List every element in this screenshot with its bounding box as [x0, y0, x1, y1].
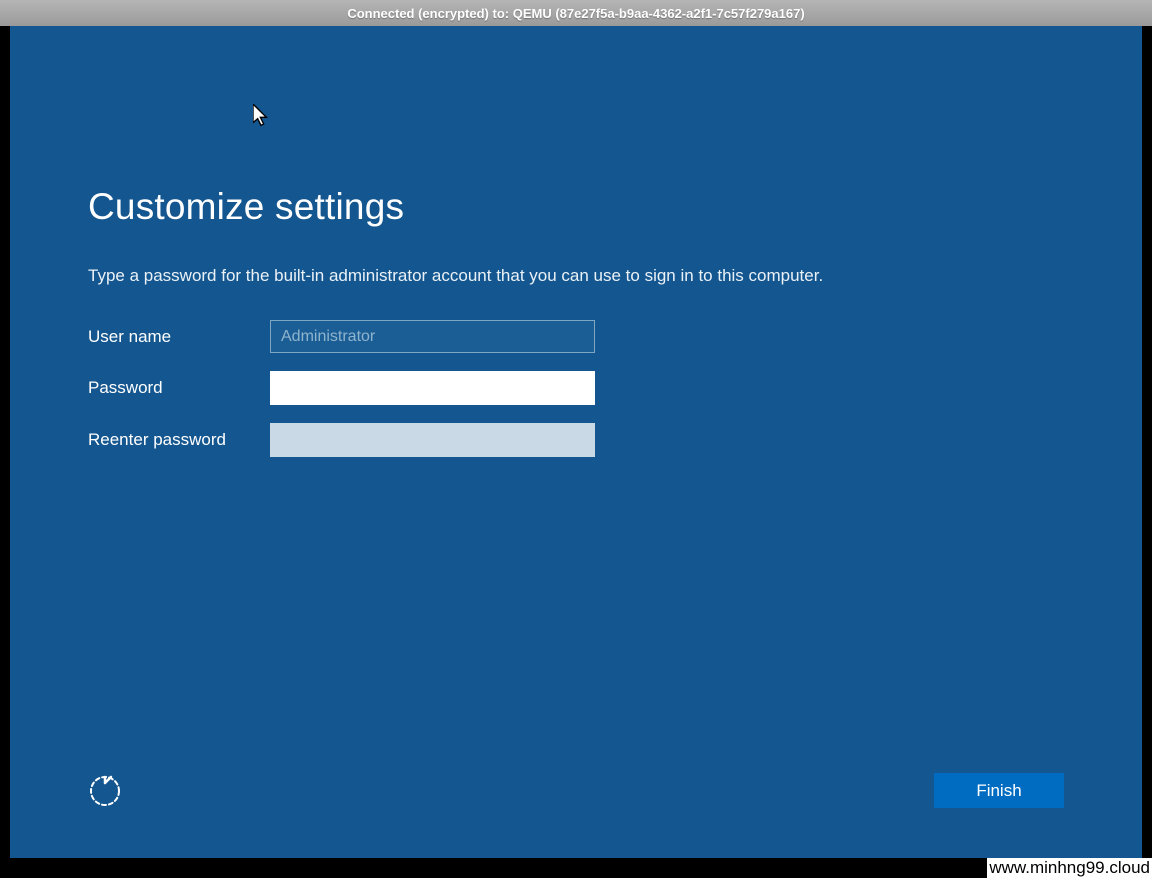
finish-button[interactable]: Finish: [934, 773, 1064, 808]
ease-of-access-icon: [88, 774, 122, 808]
password-label: Password: [88, 378, 270, 398]
username-row: User name: [88, 320, 1064, 353]
setup-screen: Customize settings Type a password for t…: [10, 26, 1142, 858]
page-title: Customize settings: [88, 186, 1064, 228]
username-input: [270, 320, 595, 353]
bottom-bar: Finish: [88, 773, 1064, 808]
instruction-text: Type a password for the built-in adminis…: [88, 266, 1064, 286]
vnc-title-bar: Connected (encrypted) to: QEMU (87e27f5a…: [0, 0, 1152, 26]
password-input[interactable]: [270, 371, 595, 405]
reenter-password-label: Reenter password: [88, 430, 270, 450]
reenter-password-input[interactable]: [270, 423, 595, 457]
password-row: Password: [88, 371, 1064, 405]
vnc-title-text: Connected (encrypted) to: QEMU (87e27f5a…: [347, 6, 804, 21]
setup-content: Customize settings Type a password for t…: [10, 26, 1142, 457]
watermark: www.minhng99.cloud: [987, 858, 1152, 878]
username-label: User name: [88, 327, 270, 347]
ease-of-access-button[interactable]: [88, 774, 122, 808]
reenter-password-row: Reenter password: [88, 423, 1064, 457]
